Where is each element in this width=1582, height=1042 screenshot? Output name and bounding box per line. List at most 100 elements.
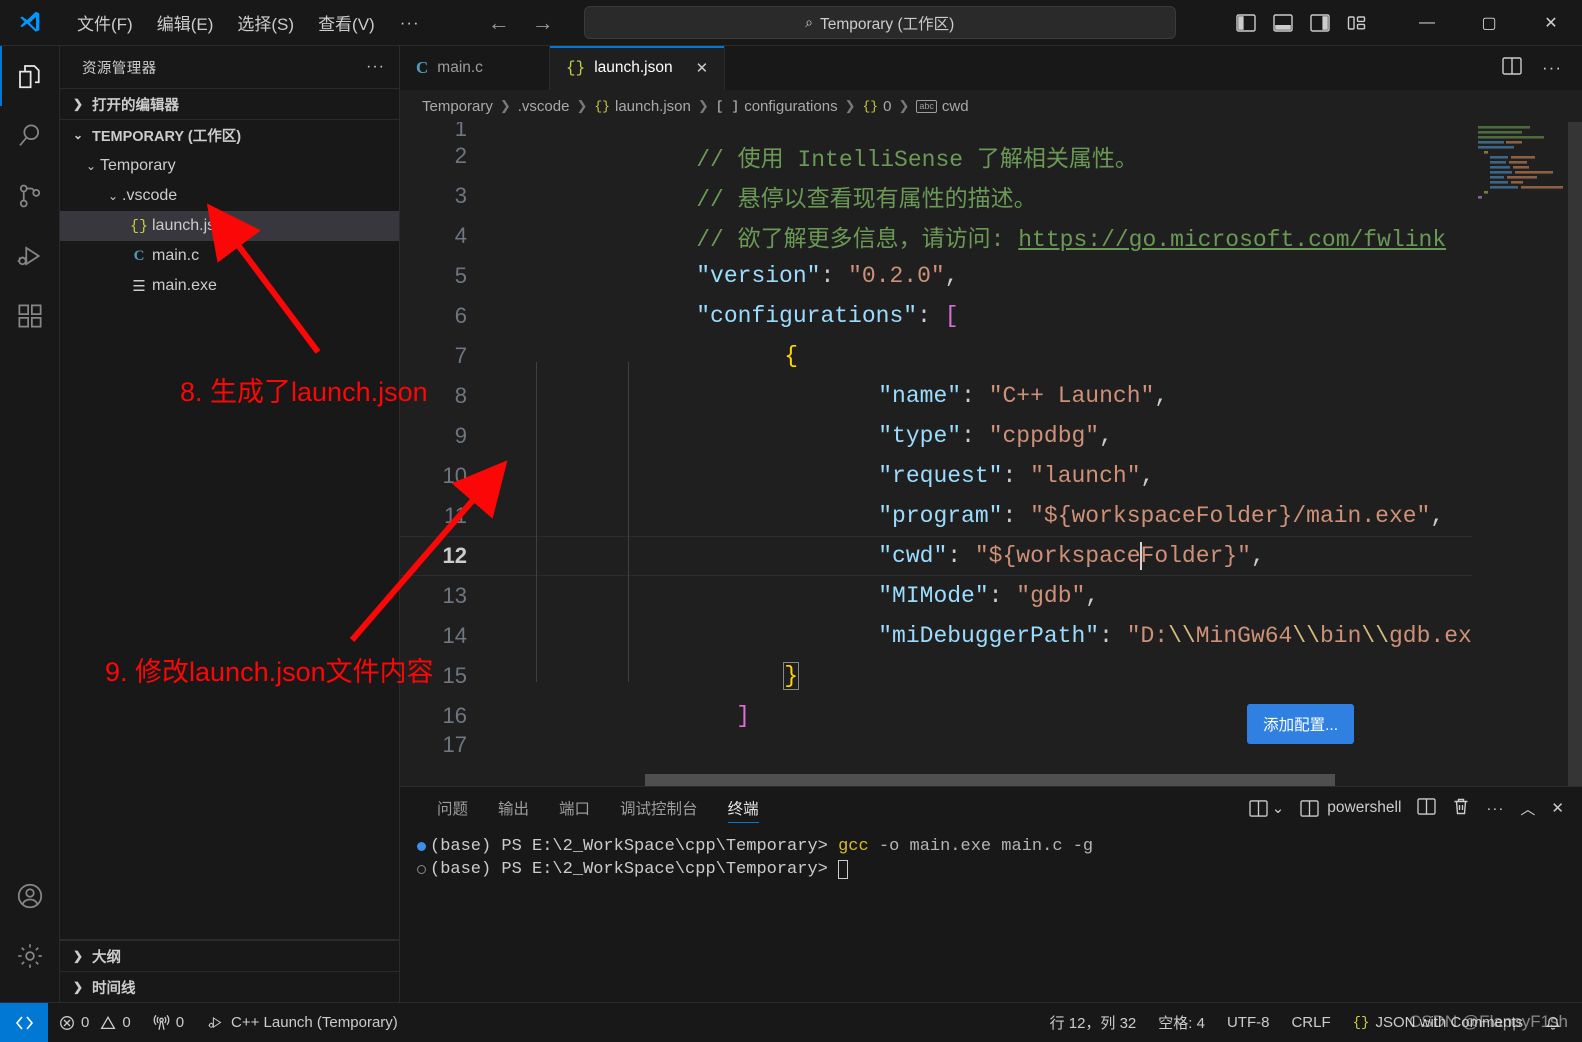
c-file-icon: C <box>133 247 145 264</box>
status-eol[interactable]: CRLF <box>1280 1003 1341 1042</box>
toggle-secondary-sidebar-icon[interactable] <box>1309 12 1331 34</box>
vscode-window: 文件(F) 编辑(E) 选择(S) 查看(V) ··· ← → ⌕ Tempor… <box>0 0 1582 1042</box>
panel-more-actions-button[interactable]: ··· <box>1486 800 1504 817</box>
breadcrumb-label: 0 <box>883 97 892 115</box>
breadcrumb-item-cwd[interactable]: abc cwd <box>916 98 969 115</box>
debug-target-label: C++ Launch (Temporary) <box>231 1014 398 1031</box>
minimap[interactable] <box>1472 122 1582 786</box>
activity-item-settings[interactable] <box>0 926 60 986</box>
menu-view[interactable]: 查看(V) <box>307 5 386 40</box>
code-scroll-area[interactable]: 1 2 // 使用 IntelliSense 了解相关属性。 3 // 悬停以查… <box>400 122 1472 786</box>
menu-more-button[interactable]: ··· <box>388 10 432 36</box>
chevron-down-icon: ⌄ <box>72 128 84 142</box>
sidebar-more-button[interactable]: ··· <box>366 58 385 76</box>
editor-tabs: C main.c {} launch.json ✕ ··· <box>400 46 1582 90</box>
section-outline[interactable]: ❯ 大纲 <box>60 940 399 971</box>
activity-item-extensions[interactable] <box>0 286 60 346</box>
main-body: 资源管理器 ··· ❯ 打开的编辑器 ⌄ TEMPORARY (工作区) ⌄ T… <box>0 46 1582 1002</box>
breadcrumb-label: launch.json <box>614 97 691 115</box>
activity-item-accounts[interactable] <box>0 866 60 926</box>
forward-arrow-icon[interactable]: → <box>532 11 554 34</box>
json-file-icon: {} <box>566 59 586 77</box>
terminal-line: (base) PS E:\2_WorkSpace\cpp\Temporary> … <box>412 835 1582 858</box>
string-token: Folder}" <box>1140 543 1251 570</box>
tab-launch-json[interactable]: {} launch.json ✕ <box>550 46 726 90</box>
status-cursor-position[interactable]: 行 12，列 32 <box>1039 1003 1148 1042</box>
status-indentation[interactable]: 空格: 4 <box>1147 1003 1216 1042</box>
status-radio-tower[interactable]: 0 <box>142 1003 195 1042</box>
menu-edit[interactable]: 编辑(E) <box>146 5 225 40</box>
colon-token: : <box>1099 623 1113 649</box>
maximize-panel-icon[interactable]: ︿ <box>1520 798 1535 819</box>
panel-tab-debug-console[interactable]: 调试控制台 <box>605 787 713 829</box>
split-editor-icon[interactable] <box>1502 56 1522 80</box>
panel-tab-terminal[interactable]: 终端 <box>713 787 774 829</box>
activity-item-explorer[interactable] <box>0 46 60 106</box>
minimap-slider[interactable] <box>1568 122 1582 786</box>
panel-tab-ports[interactable]: 端口 <box>544 787 605 829</box>
kill-terminal-icon[interactable] <box>1452 797 1470 820</box>
status-problems[interactable]: 0 0 <box>48 1003 142 1042</box>
tree-item-label: main.c <box>152 247 200 264</box>
terminal-instance[interactable]: powershell <box>1300 799 1401 817</box>
close-button[interactable]: ✕ <box>1520 0 1582 46</box>
line-number: 10 <box>442 463 467 488</box>
chevron-right-icon: ❯ <box>72 980 84 994</box>
section-workspace[interactable]: ⌄ TEMPORARY (工作区) <box>60 119 399 150</box>
customize-layout-icon[interactable] <box>1346 12 1368 34</box>
tab-close-icon[interactable]: ✕ <box>696 59 709 77</box>
panel-tab-problems[interactable]: 问题 <box>422 787 483 829</box>
back-arrow-icon[interactable]: ← <box>488 11 510 34</box>
code-editor[interactable]: 1 2 // 使用 IntelliSense 了解相关属性。 3 // 悬停以查… <box>400 122 1582 786</box>
editor-tab-actions: ··· <box>1502 46 1582 90</box>
panel-tab-output[interactable]: 输出 <box>483 787 544 829</box>
status-language-mode[interactable]: {} JSON with Comments <box>1342 1003 1534 1042</box>
line-number: 3 <box>454 183 467 208</box>
error-count: 0 <box>81 1014 90 1031</box>
add-configuration-button[interactable]: 添加配置... <box>1247 704 1354 744</box>
file-tree: ⌄ Temporary ⌄ .vscode {} launch.json C m… <box>60 150 399 939</box>
comment-link[interactable]: https://go.microsoft.com/fwlink <box>1018 227 1446 253</box>
remote-indicator-button[interactable] <box>0 1002 48 1042</box>
brace-token: } <box>783 662 800 690</box>
tree-item-temporary[interactable]: ⌄ Temporary <box>60 151 399 181</box>
maximize-button[interactable]: ▢ <box>1458 0 1520 46</box>
breadcrumb-item-zero[interactable]: {} 0 <box>863 98 892 115</box>
split-terminal-icon[interactable] <box>1417 797 1437 819</box>
toggle-primary-sidebar-icon[interactable] <box>1235 12 1257 34</box>
breadcrumb-item-launch-json[interactable]: {} launch.json <box>594 98 691 115</box>
editor-more-actions-button[interactable]: ··· <box>1542 58 1562 78</box>
status-notifications[interactable] <box>1534 1003 1572 1042</box>
status-encoding[interactable]: UTF-8 <box>1216 1003 1281 1042</box>
activity-item-search[interactable] <box>0 106 60 166</box>
tree-item-vscode[interactable]: ⌄ .vscode <box>60 181 399 211</box>
terminal-output[interactable]: (base) PS E:\2_WorkSpace\cpp\Temporary> … <box>400 829 1582 1002</box>
tree-item-main-c[interactable]: C main.c <box>60 241 399 271</box>
section-open-editors[interactable]: ❯ 打开的编辑器 <box>60 88 399 119</box>
section-timeline[interactable]: ❯ 时间线 <box>60 971 399 1002</box>
c-file-icon: C <box>416 58 429 77</box>
launch-profile-dropdown[interactable]: ⌄ <box>1249 799 1284 817</box>
scrollbar-thumb[interactable] <box>645 774 1335 786</box>
command-center[interactable]: ⌕ Temporary (工作区) <box>583 6 1176 39</box>
menu-file[interactable]: 文件(F) <box>66 5 144 40</box>
sidebar-title: 资源管理器 <box>82 60 157 77</box>
status-debug-target[interactable]: C++ Launch (Temporary) <box>195 1003 409 1042</box>
close-panel-icon[interactable]: ✕ <box>1551 799 1564 817</box>
toggle-panel-icon[interactable] <box>1272 12 1294 34</box>
string-symbol-icon: abc <box>916 99 937 113</box>
line-number: 13 <box>442 583 467 608</box>
breadcrumb-item-vscode[interactable]: .vscode <box>518 98 570 115</box>
breadcrumb-item-temporary[interactable]: Temporary <box>422 98 493 115</box>
breadcrumb-item-configurations[interactable]: [ ] configurations <box>716 98 838 115</box>
tree-item-main-exe[interactable]: ☰ main.exe <box>60 271 399 301</box>
tree-item-launch-json[interactable]: {} launch.json <box>60 211 399 241</box>
menu-select[interactable]: 选择(S) <box>226 5 305 40</box>
activity-item-source-control[interactable] <box>0 166 60 226</box>
activity-item-run-debug[interactable] <box>0 226 60 286</box>
tab-main-c[interactable]: C main.c <box>400 46 550 90</box>
window-controls: — ▢ ✕ <box>1396 0 1582 46</box>
minimize-button[interactable]: — <box>1396 0 1458 46</box>
line-number: 14 <box>442 623 467 648</box>
horizontal-scrollbar[interactable] <box>495 774 1362 786</box>
